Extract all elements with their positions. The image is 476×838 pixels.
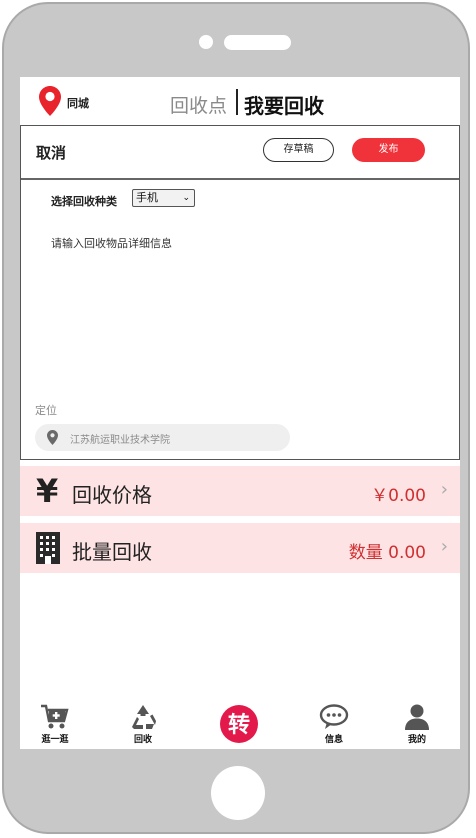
zhuan-glyph: 转 <box>228 712 250 738</box>
city-label[interactable]: 同城 <box>67 95 89 111</box>
location-field[interactable]: 江苏航运职业技术学院 <box>35 424 290 451</box>
phone-frame: 同城 回收点 我要回收 取消 存草稿 发布 选择回收种类 手机 ⌄ 请输入回收物… <box>2 2 470 834</box>
category-select[interactable]: 手机 ⌄ <box>132 189 195 207</box>
zhuan-icon[interactable]: 转 <box>219 704 259 744</box>
chevron-down-icon: ⌄ <box>182 193 190 203</box>
tab-browse[interactable]: 逛一逛 <box>20 697 90 749</box>
tab-label: 逛一逛 <box>41 735 69 745</box>
cancel-button[interactable]: 取消 <box>36 142 66 163</box>
building-icon <box>36 532 60 564</box>
tab-messages[interactable]: 信息 <box>299 697 369 749</box>
chat-bubble-icon <box>319 704 349 729</box>
tab-recycle[interactable]: 回收 <box>108 697 178 749</box>
top-nav: 同城 回收点 我要回收 <box>20 77 460 125</box>
chevron-right-icon: › <box>440 479 448 500</box>
tab-divider <box>236 89 238 115</box>
app-screen: 同城 回收点 我要回收 取消 存草稿 发布 选择回收种类 手机 ⌄ 请输入回收物… <box>20 77 460 749</box>
batch-value: 数量 0.00 <box>348 543 426 563</box>
chevron-right-icon: › <box>440 536 448 557</box>
price-value: ￥0.00 <box>371 486 426 506</box>
recycle-icon <box>132 705 156 729</box>
tab-label: 我的 <box>407 735 426 745</box>
location-pin-icon[interactable] <box>39 86 61 116</box>
batch-row[interactable]: 批量回收 数量 0.00 › <box>20 523 460 573</box>
bottom-tab-bar: 逛一逛 回收 转 信息 我的 <box>20 697 460 749</box>
location-value: 江苏航运职业技术学院 <box>70 435 170 446</box>
save-draft-button[interactable]: 存草稿 <box>263 138 334 162</box>
home-button[interactable] <box>211 766 265 820</box>
location-marker-icon <box>47 430 58 445</box>
tab-label: 信息 <box>324 735 343 745</box>
recycle-form: 取消 存草稿 发布 选择回收种类 手机 ⌄ 请输入回收物品详细信息 定位 江苏航… <box>20 125 460 460</box>
yen-icon: ¥ <box>36 472 59 510</box>
publish-button[interactable]: 发布 <box>352 138 425 162</box>
camera-dot <box>199 35 213 49</box>
category-label: 选择回收种类 <box>51 195 117 208</box>
tab-label: 回收 <box>133 735 152 745</box>
tab-profile[interactable]: 我的 <box>382 697 452 749</box>
cart-plus-icon <box>41 704 69 729</box>
category-select-value: 手机 <box>136 191 158 204</box>
speaker-slot <box>224 35 291 50</box>
price-label: 回收价格 <box>72 483 152 507</box>
location-label: 定位 <box>35 404 57 417</box>
detail-textarea[interactable]: 请输入回收物品详细信息 <box>51 235 172 251</box>
tab-i-want-recycle[interactable]: 我要回收 <box>244 90 324 119</box>
header-divider <box>21 178 459 180</box>
user-icon <box>405 704 429 730</box>
tab-recycle-points[interactable]: 回收点 <box>170 91 227 118</box>
batch-label: 批量回收 <box>72 540 152 564</box>
price-row[interactable]: ¥ 回收价格 ￥0.00 › <box>20 466 460 516</box>
